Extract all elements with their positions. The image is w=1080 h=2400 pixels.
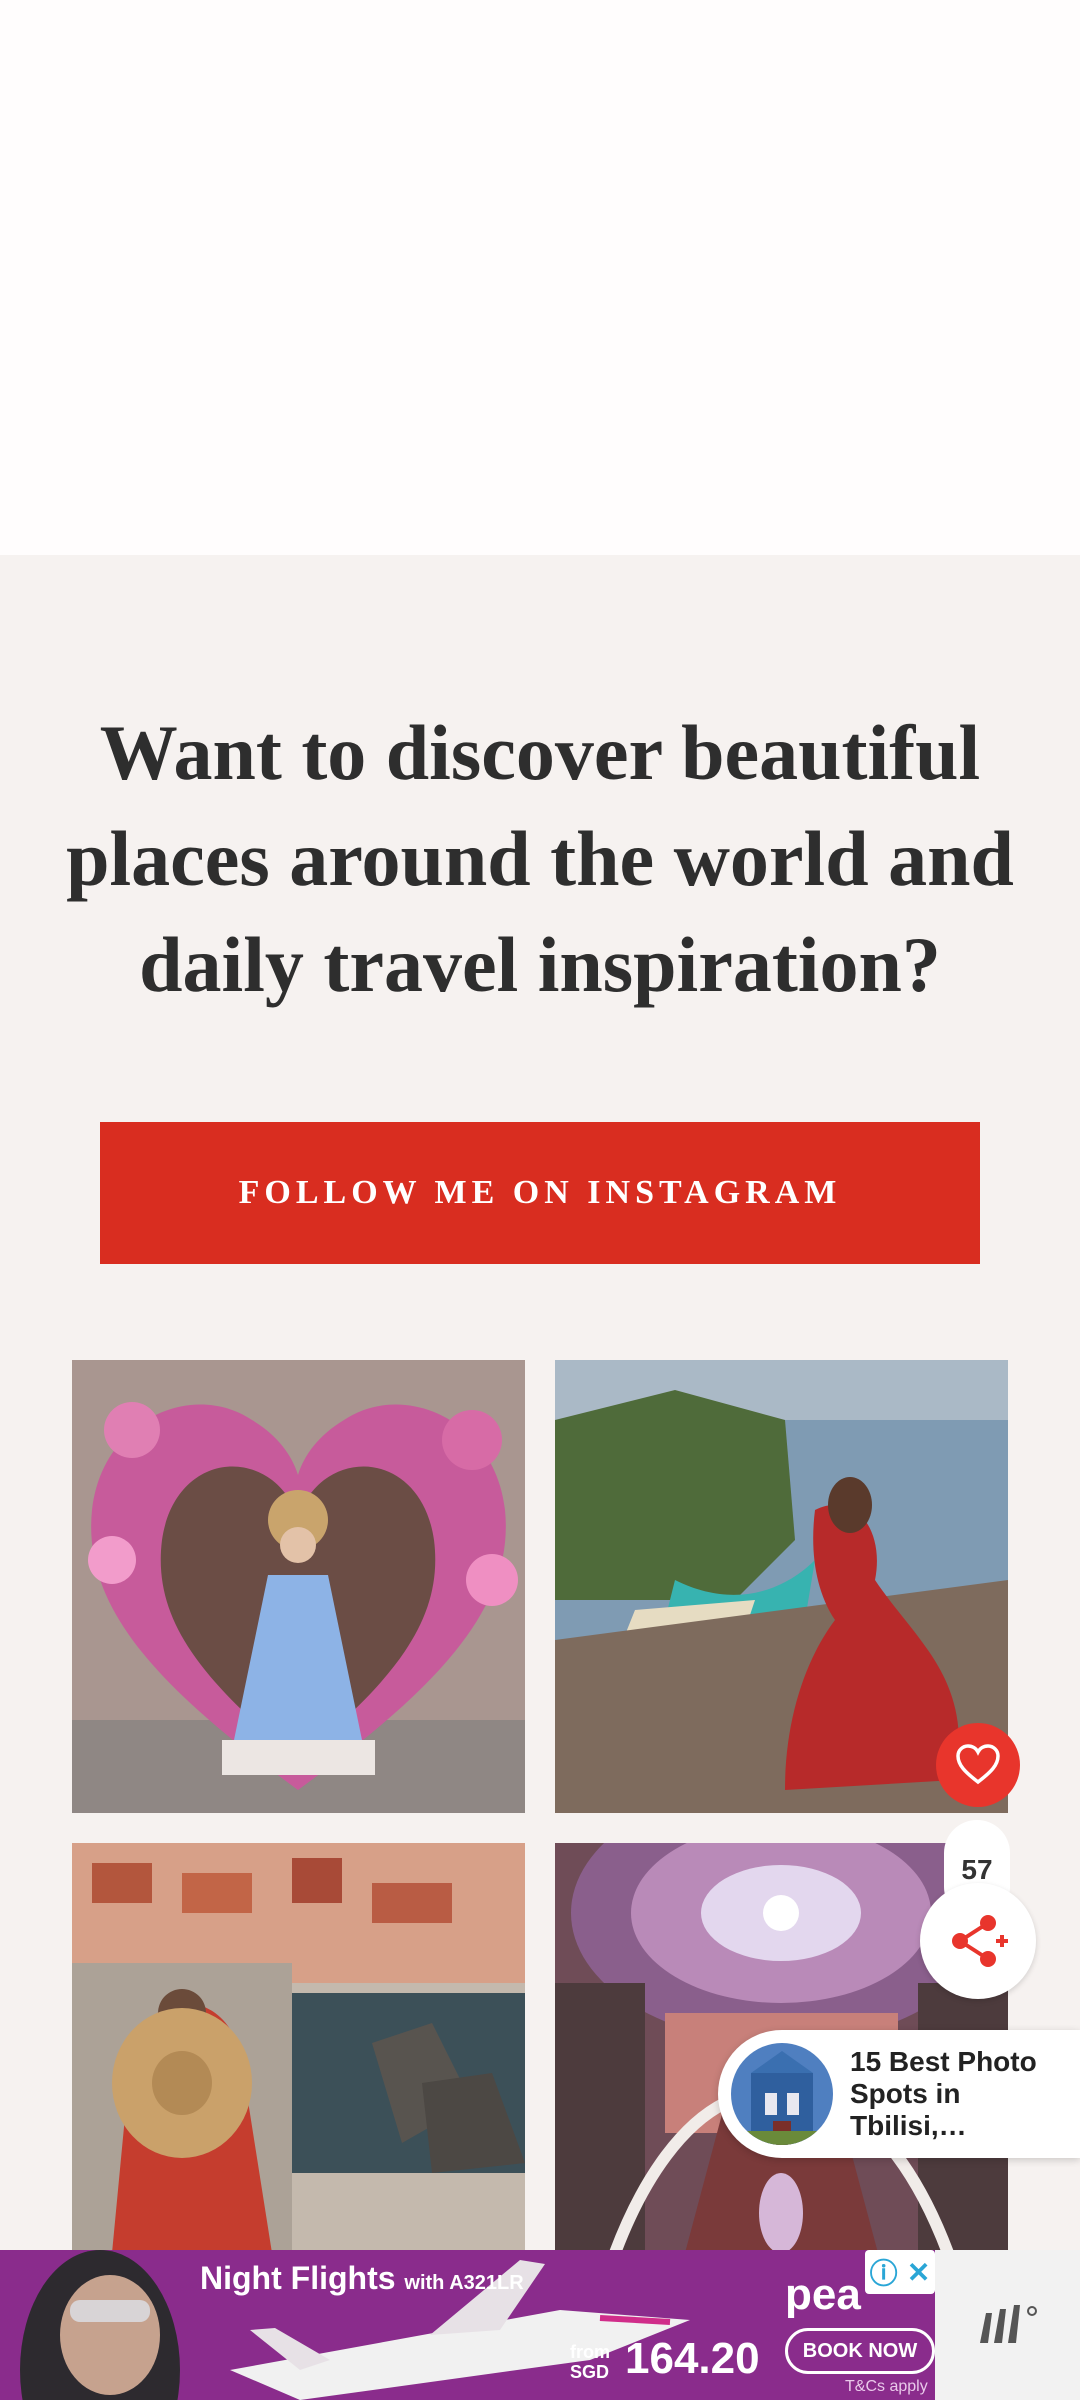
ad-brand-logo: pea xyxy=(785,2270,861,2319)
heart-icon xyxy=(956,1744,1000,1785)
instagram-headline: Want to discover beautiful places around… xyxy=(66,709,1014,1008)
ad-terms: T&Cs apply xyxy=(845,2378,928,2395)
adchoices-icon[interactable]: ⓘ xyxy=(870,2252,898,2292)
old-town-hat-photo xyxy=(72,1843,525,2253)
share-icon xyxy=(952,1915,1008,1967)
ad-price: 164.20 xyxy=(625,2334,760,2383)
instagram-photo-1[interactable] xyxy=(72,1360,525,1813)
ad-headline: Night Flights with A321LR xyxy=(200,2260,524,2296)
mediavine-logo-icon xyxy=(979,2305,1037,2343)
related-post-title: 15 Best Photo Spots in Tbilisi,… xyxy=(850,2046,1037,2141)
ad-price-prefix: from SGD xyxy=(570,2342,610,2382)
like-button[interactable] xyxy=(936,1723,1020,1807)
top-blank-area xyxy=(0,0,1080,555)
close-icon[interactable]: ✕ xyxy=(907,2256,930,2289)
related-post-thumbnail xyxy=(728,2040,836,2148)
instagram-photo-3[interactable] xyxy=(72,1843,525,2253)
share-button[interactable] xyxy=(920,1883,1036,1999)
ad-book-now-button[interactable]: BOOK NOW xyxy=(785,2328,935,2374)
ad-corner-logo[interactable] xyxy=(935,2250,1080,2400)
ad-banner[interactable]: Night Flights with A321LR pea ⓘ ✕ from S… xyxy=(0,2250,935,2400)
follow-instagram-button[interactable]: FOLLOW ME ON INSTAGRAM xyxy=(100,1122,980,1264)
ad-choices-close[interactable]: ⓘ ✕ xyxy=(865,2250,935,2294)
related-post-card[interactable]: 15 Best Photo Spots in Tbilisi,… xyxy=(718,2030,1080,2158)
flower-heart-photo xyxy=(72,1360,525,1813)
